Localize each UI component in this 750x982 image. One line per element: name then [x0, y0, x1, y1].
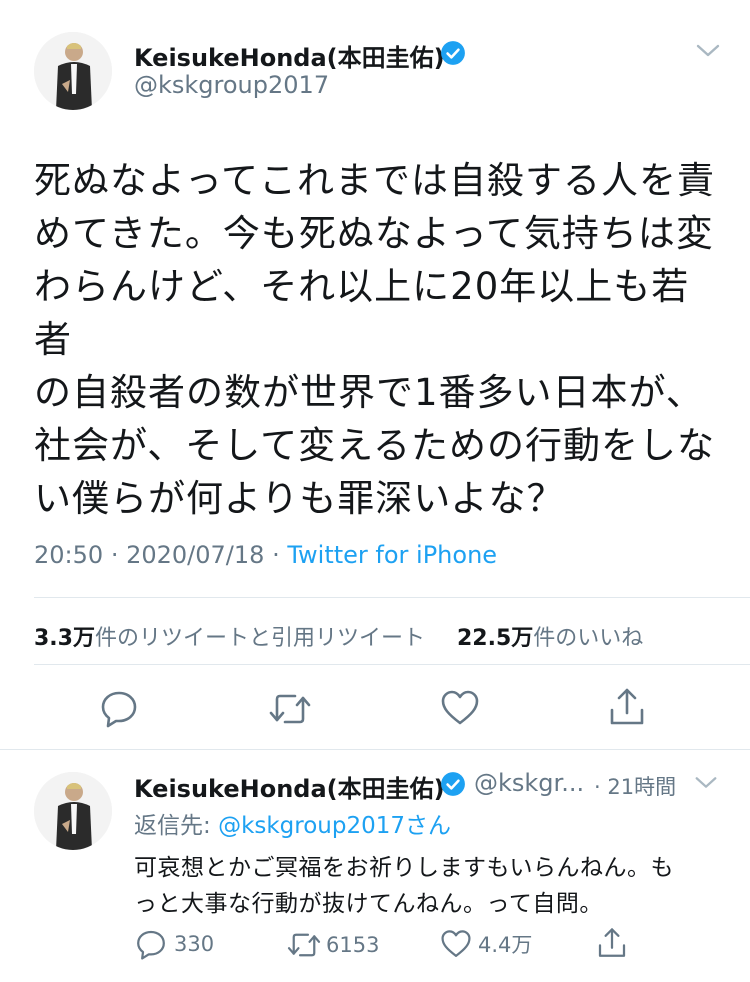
reply-like-count: 4.4万	[478, 933, 533, 957]
share-icon[interactable]	[607, 686, 647, 728]
retweet-count: 3.3万	[34, 626, 95, 651]
tweet-meta: 20:50 · 2020/07/18 · Twitter for iPhone	[34, 541, 497, 569]
tweet-text-line: 死ぬなよってこれまでは自殺する人を責	[34, 159, 716, 202]
retweet-stat-label: 件のリツイートと引用リツイート	[94, 626, 425, 651]
meta-separator: ·	[272, 541, 280, 569]
like-icon[interactable]	[440, 689, 480, 727]
tweet-date[interactable]: 2020/07/18	[126, 541, 264, 569]
meta-separator: ·	[110, 541, 119, 569]
tweet-time[interactable]: 20:50	[34, 541, 103, 569]
tweet-text-line: 社会が、そして変えるための行動をしな	[34, 424, 716, 467]
tweet-text-line: の自殺者の数が世界で1番多い日本が、	[34, 371, 704, 414]
reply-text: 可哀想とかご冥福をお祈りしますもいらんねん。も っと大事な行動が抜けてんねん。っ…	[134, 850, 694, 922]
like-count: 22.5万	[457, 626, 534, 651]
author-avatar[interactable]	[34, 32, 112, 110]
share-icon[interactable]	[596, 926, 628, 960]
reply-retweet-action[interactable]: 6153	[286, 930, 379, 960]
tweet-stats: 3.3万件のリツイートと引用リツイート 22.5万件のいいね	[34, 620, 643, 652]
tweet-text-line: めてきた。今も死ぬなよって気持ちは変	[34, 212, 714, 255]
reply-count: 330	[174, 932, 215, 956]
tweet-text-line: わらんけど、それ以上に20年以上も若者	[34, 265, 690, 361]
reply-text-line: 可哀想とかご冥福をお祈りしますもいらんねん。も	[134, 855, 675, 881]
verified-badge-icon	[440, 771, 466, 797]
divider	[34, 597, 750, 598]
like-stat[interactable]: 22.5万件のいいね	[457, 626, 643, 651]
retweet-stat[interactable]: 3.3万件のリツイートと引用リツイート	[34, 626, 432, 651]
divider	[34, 664, 750, 665]
reply-time-ago[interactable]: · 21時間	[594, 771, 676, 801]
reply-author-name[interactable]: KeisukeHonda(本田圭佑)	[134, 769, 445, 804]
reply-author-avatar[interactable]	[34, 772, 112, 850]
reply-author-handle[interactable]: @kskgr...	[474, 769, 584, 797]
divider	[0, 749, 750, 750]
replying-to: 返信先: @kskgroup2017さん	[134, 806, 451, 840]
author-handle[interactable]: @kskgroup2017	[134, 71, 329, 99]
retweet-icon[interactable]	[268, 690, 312, 728]
chevron-down-icon[interactable]	[692, 772, 720, 792]
reply-text-line: っと大事な行動が抜けてんねん。って自問。	[134, 891, 603, 917]
replying-to-label: 返信先:	[134, 813, 219, 839]
tweet-text-line: い僕らが何よりも罪深いよな？	[34, 477, 565, 520]
reply-retweet-count: 6153	[326, 933, 380, 957]
like-icon	[440, 929, 472, 959]
author-name[interactable]: KeisukeHonda(本田圭佑)	[134, 38, 445, 73]
verified-badge-icon	[440, 40, 466, 66]
tweet-source-link[interactable]: Twitter for iPhone	[287, 541, 497, 569]
reply-icon[interactable]	[99, 688, 139, 728]
like-stat-label: 件のいいね	[533, 626, 644, 651]
tweet-text: 死ぬなよってこれまでは自殺する人を責 めてきた。今も死ぬなよって気持ちは変 わら…	[34, 154, 724, 525]
reply-like-action[interactable]: 4.4万	[440, 929, 532, 959]
reply-icon	[134, 928, 168, 960]
reply-reply-action[interactable]: 330	[134, 928, 214, 960]
retweet-icon	[286, 930, 322, 960]
replying-to-handle[interactable]: @kskgroup2017さん	[218, 813, 451, 839]
chevron-down-icon[interactable]	[693, 40, 723, 60]
